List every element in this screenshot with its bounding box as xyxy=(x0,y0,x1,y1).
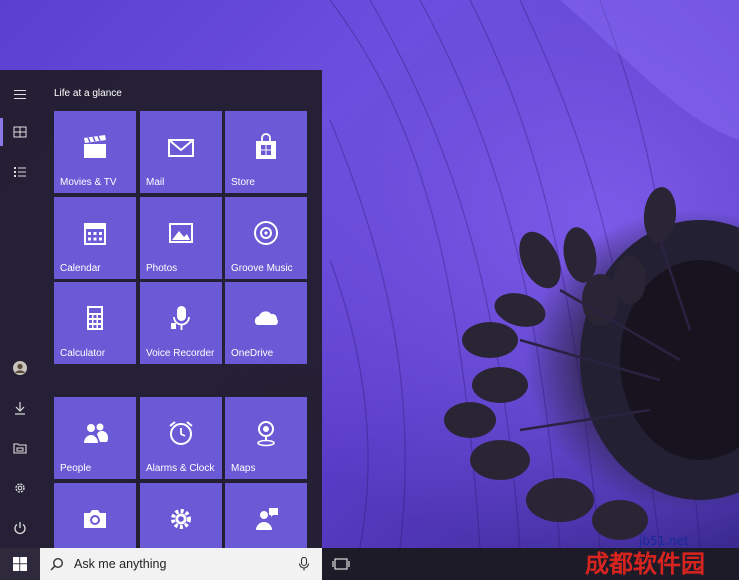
windows-logo-icon xyxy=(13,557,27,571)
search-placeholder: Ask me anything xyxy=(74,557,167,571)
tile-label: Mail xyxy=(146,177,165,188)
store-icon xyxy=(256,133,276,159)
tile-calendar[interactable]: Calendar xyxy=(54,197,136,279)
tile-settings[interactable] xyxy=(140,483,222,548)
tile-label: Groove Music xyxy=(231,263,293,274)
people-icon xyxy=(84,423,109,443)
tile-calculator[interactable]: Calculator xyxy=(54,282,136,364)
settings-icon xyxy=(171,509,191,529)
power-icon xyxy=(14,522,26,535)
tile-maps[interactable]: Maps xyxy=(225,397,307,479)
cortana-search-box[interactable]: Ask me anything xyxy=(40,548,322,580)
tile-alarms-clock[interactable]: Alarms & Clock xyxy=(140,397,222,479)
user-account-button[interactable] xyxy=(0,350,40,386)
tile-label: People xyxy=(60,463,92,474)
all-tiles-icon xyxy=(13,126,27,138)
calendar-icon xyxy=(84,223,106,245)
tile-label: Photos xyxy=(146,263,178,274)
file-explorer-button[interactable] xyxy=(0,430,40,466)
downloads-icon xyxy=(15,402,25,415)
tile-label: Voice Recorder xyxy=(146,348,215,359)
avatar xyxy=(13,361,27,375)
get-started-icon xyxy=(256,508,278,530)
tile-label: OneDrive xyxy=(231,348,274,359)
microphone-icon[interactable] xyxy=(298,557,310,571)
tile-group-title: Life at a glance xyxy=(54,88,122,99)
settings-button[interactable] xyxy=(0,470,40,506)
search-icon xyxy=(50,557,64,571)
mail-icon xyxy=(168,139,194,157)
file-explorer-icon xyxy=(13,443,27,454)
tile-people[interactable]: People xyxy=(54,397,136,479)
movies-tv-icon xyxy=(84,135,106,158)
alarms-clock-icon xyxy=(169,421,193,445)
task-view-icon[interactable] xyxy=(332,556,350,572)
tile-get-started[interactable] xyxy=(225,483,307,548)
watermark-brand: 成都软件园 xyxy=(585,550,705,578)
start-menu: Life at a glance Movies & TV Mail Store xyxy=(0,70,322,548)
hamburger-icon xyxy=(14,90,26,99)
tile-camera[interactable] xyxy=(54,483,136,548)
tile-store[interactable]: Store xyxy=(225,111,307,193)
calculator-icon xyxy=(87,306,103,330)
onedrive-icon xyxy=(254,311,278,325)
all-tiles-button[interactable] xyxy=(0,114,40,150)
tile-groove-music[interactable]: Groove Music xyxy=(225,197,307,279)
tile-mail[interactable]: Mail xyxy=(140,111,222,193)
start-menu-rail xyxy=(0,70,40,548)
start-button[interactable] xyxy=(0,548,40,580)
voice-recorder-icon xyxy=(171,306,190,330)
watermark: jb51.net 成都软件园 xyxy=(585,534,733,578)
camera-icon xyxy=(84,510,106,528)
power-button[interactable] xyxy=(0,510,40,546)
tile-label: Maps xyxy=(231,463,256,474)
tile-movies-tv[interactable]: Movies & TV xyxy=(54,111,136,193)
tile-label: Calendar xyxy=(60,263,101,274)
all-apps-button[interactable] xyxy=(0,154,40,190)
groove-music-icon xyxy=(254,221,278,245)
tile-label: Store xyxy=(231,177,255,188)
tile-label: Calculator xyxy=(60,348,106,359)
gear-icon xyxy=(15,483,25,493)
all-apps-icon xyxy=(14,167,26,177)
tile-label: Movies & TV xyxy=(60,177,117,188)
photos-icon xyxy=(169,223,193,243)
hamburger-button[interactable] xyxy=(0,76,40,112)
tile-onedrive[interactable]: OneDrive xyxy=(225,282,307,364)
tile-voice-recorder[interactable]: Voice Recorder xyxy=(140,282,222,364)
maps-icon xyxy=(257,421,275,447)
tile-label: Alarms & Clock xyxy=(146,463,215,474)
downloads-button[interactable] xyxy=(0,390,40,426)
tile-photos[interactable]: Photos xyxy=(140,197,222,279)
